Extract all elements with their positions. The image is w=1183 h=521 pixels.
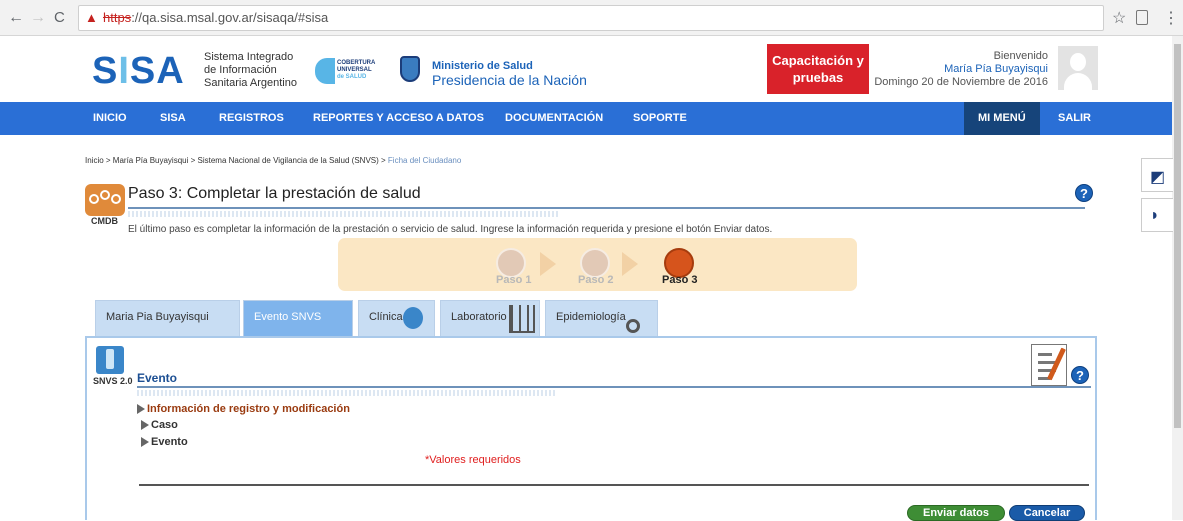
capacitacion-button[interactable]: Capacitación y pruebas [767,44,869,94]
sisa-logo[interactable]: SISA [92,50,185,93]
scrollbar-thumb[interactable] [1174,44,1181,428]
step-2-label: Paso 2 [578,274,614,286]
test-tubes-icon [509,305,535,333]
cancelar-button[interactable]: Cancelar [1009,505,1085,521]
cmdb-label: CMDB [91,216,118,226]
national-emblem-icon [400,56,420,82]
magnifier-icon [626,319,640,333]
page-scrollbar[interactable] [1172,36,1183,520]
nav-item-inicio[interactable]: INICIO [93,102,127,135]
bookmark-star-icon[interactable]: ☆ [1112,8,1126,28]
section-caso[interactable]: Caso [141,419,178,431]
instructions-text: El último paso es completar la informaci… [128,224,773,235]
step-1-label: Paso 1 [496,274,532,286]
cobertura-line2: UNIVERSAL [337,67,372,73]
browser-menu-icon[interactable]: ⋮ [1163,8,1179,28]
section-evento-label: Evento [151,436,188,448]
sisa-tagline-line3: Sanitaria Argentino [204,77,297,89]
panel-help-icon[interactable]: ? [1071,366,1089,384]
step-arrow-icon [540,252,556,276]
main-navigation: INICIO SISA REGISTROS REPORTES Y ACCESO … [0,102,1172,135]
tab-epidemiologia-label: Epidemiología [556,311,626,323]
avatar[interactable] [1058,46,1098,90]
breadcrumb: Inicio > María Pía Buyayisqui > Sistema … [85,156,461,165]
bottom-divider [139,484,1089,486]
sisa-tagline-line1: Sistema Integrado [204,51,294,63]
breadcrumb-path[interactable]: Inicio > María Pía Buyayisqui > Sistema … [85,156,388,165]
tab-laboratorio-label: Laboratorio [451,311,507,323]
tab-evento-snvs[interactable]: Evento SNVS [243,300,353,336]
back-arrow-icon[interactable]: ← [8,9,24,27]
current-date: Domingo 20 de Noviembre de 2016 [874,76,1048,88]
form-document-icon [1031,344,1067,386]
nav-item-documentacion[interactable]: DOCUMENTACIÓN [505,102,603,135]
welcome-label: Bienvenido [993,50,1048,62]
cmdb-people-icon [85,184,125,216]
step-wizard: Paso 1 Paso 2 Paso 3 [338,238,857,291]
nav-item-mi-menu[interactable]: MI MENÚ [964,102,1040,135]
tab-laboratorio[interactable]: Laboratorio [440,300,540,336]
title-divider-dots [128,211,558,217]
stethoscope-icon [403,307,423,329]
title-divider [128,207,1085,209]
extension-icon[interactable] [1136,10,1148,25]
section-info-registro[interactable]: Información de registro y modificación [137,403,350,415]
expand-triangle-icon [141,437,149,448]
sisa-tagline: Sistema Integrado de Información Sanitar… [204,51,297,90]
section-info-registro-label: Información de registro y modificación [147,403,350,415]
tab-clinica[interactable]: Clínica [358,300,435,336]
address-bar[interactable]: ▲ https://qa.sisa.msal.gov.ar/sisaqa/#si… [78,5,1104,31]
panel-title: Evento [137,371,178,385]
help-icon[interactable]: ? [1075,184,1093,202]
panel-divider [137,386,1091,388]
tab-clinica-label: Clínica [369,311,403,323]
ministerio-label: Ministerio de Salud [432,60,533,72]
external-link-icon: ◩ [1150,169,1166,186]
tab-paciente-label: Maria Pia Buyayisqui [106,311,209,323]
tab-epidemiologia[interactable]: Epidemiología [545,300,658,336]
snvs-label: SNVS 2.0 [93,376,133,386]
tab-paciente[interactable]: Maria Pia Buyayisqui [95,300,240,336]
enviar-datos-button[interactable]: Enviar datos [907,505,1005,521]
welcome-block: Bienvenido María Pía Buyayisqui Domingo … [874,50,1048,89]
cobertura-line1: COBERTURA [337,60,376,66]
required-note: *Valores requeridos [425,454,521,466]
browser-toolbar: ← → C ▲ https://qa.sisa.msal.gov.ar/sisa… [0,0,1183,36]
tab-evento-snvs-label: Evento SNVS [254,311,322,323]
url-scheme: https [103,10,132,25]
nav-item-sisa[interactable]: SISA [160,102,186,135]
panel-divider-dots [137,390,557,396]
expand-triangle-icon [141,420,149,431]
cobertura-universal-logo: COBERTURA UNIVERSAL de SALUD [315,54,375,88]
cobertura-line3: de SALUD [337,74,367,80]
nav-item-registros[interactable]: REGISTROS [219,102,284,135]
nav-item-salir[interactable]: SALIR [1058,102,1091,135]
snvs-lighthouse-icon [96,346,124,374]
breadcrumb-current: Ficha del Ciudadano [387,156,462,165]
user-name[interactable]: María Pía Buyayisqui [874,63,1048,76]
section-caso-label: Caso [151,419,178,431]
expand-triangle-icon [137,404,145,415]
site-header: SISA Sistema Integrado de Información Sa… [0,36,1172,102]
warning-icon: ▲ [85,10,98,25]
step-3-label: Paso 3 [662,274,698,286]
step-arrow-icon [622,252,638,276]
chat-bubble-icon: ◗ [1150,207,1160,224]
url-rest: ://qa.sisa.msal.gov.ar/sisaqa/#sisa [131,10,329,25]
sisa-tagline-line2: de Información [204,64,277,76]
forward-arrow-icon[interactable]: → [30,9,46,27]
presidencia-label: Presidencia de la Nación [432,72,587,88]
nav-item-soporte[interactable]: SOPORTE [633,102,687,135]
side-chat-button[interactable]: ◗ [1141,198,1173,232]
nav-item-reportes[interactable]: REPORTES Y ACCESO A DATOS [313,102,484,135]
page-title: Paso 3: Completar la prestación de salud [128,185,421,202]
section-evento[interactable]: Evento [141,436,188,448]
reload-icon[interactable]: C [54,9,65,26]
side-external-link-button[interactable]: ◩ [1141,158,1173,192]
evento-panel: SNVS 2.0 Evento ? Información de registr… [85,336,1097,521]
